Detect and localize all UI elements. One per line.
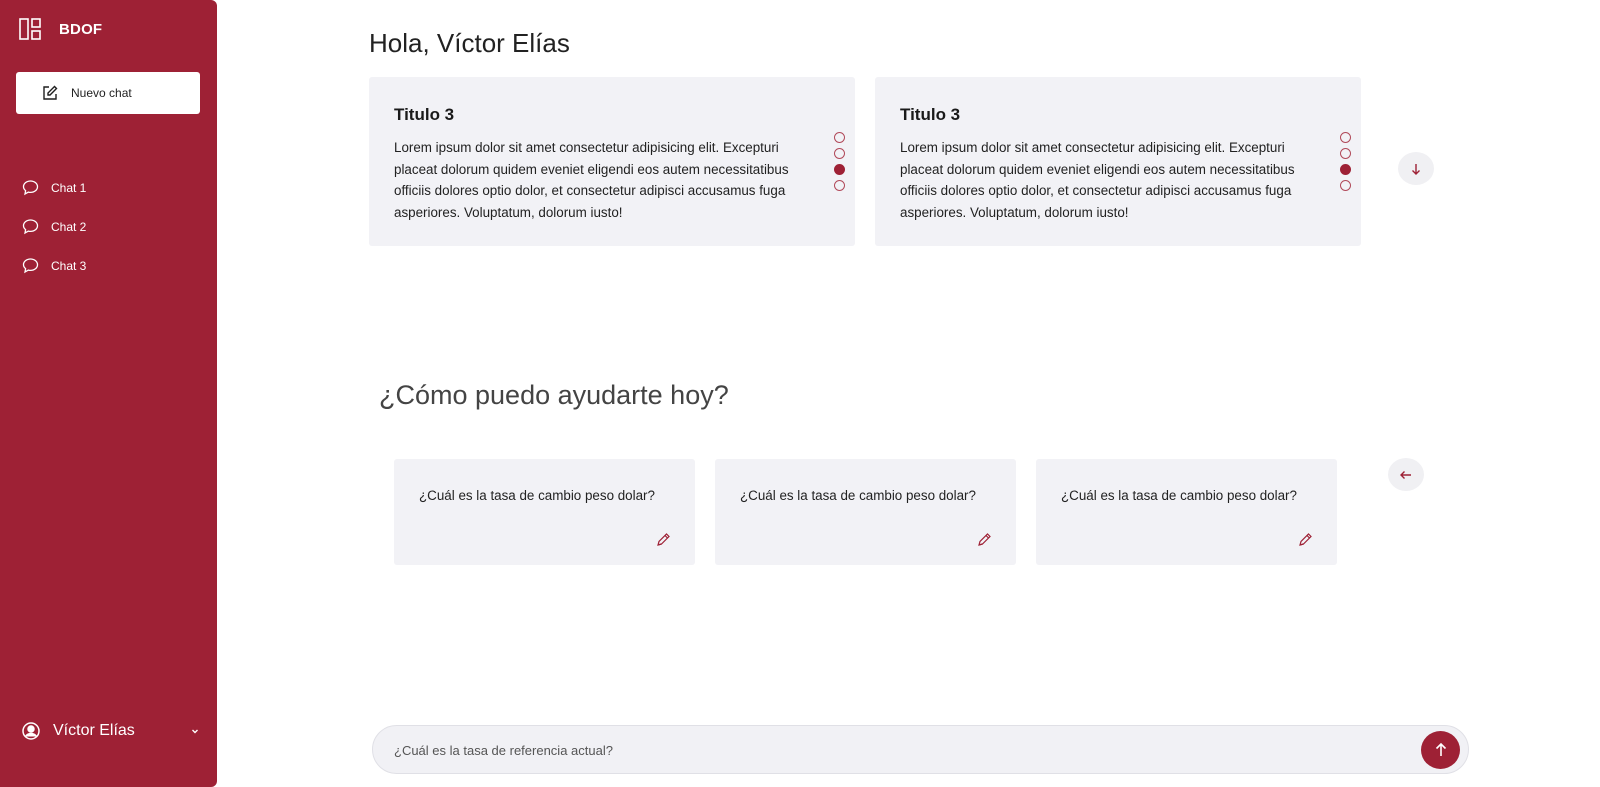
message-composer (372, 725, 1469, 774)
user-menu[interactable]: Víctor Elías (22, 719, 200, 743)
info-card-body: Lorem ipsum dolor sit amet consectetur a… (900, 140, 1295, 220)
pagination-dot[interactable] (834, 132, 845, 143)
dashboard-icon (19, 18, 41, 40)
scroll-down-button[interactable] (1398, 152, 1434, 185)
pagination-dots (1340, 132, 1351, 191)
chat-label: Chat 2 (51, 219, 87, 234)
greeting: Hola, Víctor Elías (369, 28, 570, 58)
sidebar-item-chat-3[interactable]: Chat 3 (22, 246, 86, 285)
arrow-up-icon (1435, 742, 1446, 756)
info-card-title: Titulo 3 (900, 105, 961, 124)
chat-label: Chat 3 (51, 258, 87, 273)
user-circle-icon (22, 722, 40, 740)
user-name: Víctor Elías (53, 722, 135, 739)
info-card-title: Titulo 3 (394, 105, 455, 124)
brand[interactable]: BDOF (19, 18, 102, 40)
chat-label: Chat 1 (51, 180, 87, 195)
chat-list: Chat 1 Chat 2 Chat 3 (22, 168, 86, 285)
sidebar-item-chat-1[interactable]: Chat 1 (22, 168, 86, 207)
info-card: Titulo 3 Lorem ipsum dolor sit amet cons… (875, 77, 1361, 246)
suggestion-card[interactable]: ¿Cuál es la tasa de cambio peso dolar? (715, 459, 1016, 565)
help-title: ¿Cómo puedo ayudarte hoy? (379, 380, 729, 410)
new-chat-label: Nuevo chat (71, 86, 132, 100)
pagination-dot[interactable] (1340, 148, 1351, 159)
send-button[interactable] (1421, 731, 1460, 769)
new-chat-button[interactable]: Nuevo chat (16, 72, 200, 114)
suggestion-text: ¿Cuál es la tasa de cambio peso dolar? (419, 488, 655, 503)
pencil-icon[interactable] (1298, 532, 1313, 547)
sidebar: BDOF Nuevo chat Chat 1 Chat 2 Chat 3 Víc… (0, 0, 217, 787)
suggestion-text: ¿Cuál es la tasa de cambio peso dolar? (1061, 488, 1297, 503)
arrow-down-icon (1412, 163, 1420, 175)
pagination-dot[interactable] (834, 148, 845, 159)
pagination-dot-active[interactable] (834, 164, 845, 175)
arrow-left-icon (1400, 470, 1411, 479)
brand-name: BDOF (59, 20, 103, 38)
pagination-dots (834, 132, 845, 191)
sidebar-item-chat-2[interactable]: Chat 2 (22, 207, 86, 246)
suggestion-text: ¿Cuál es la tasa de cambio peso dolar? (740, 488, 976, 503)
edit-icon (43, 85, 58, 100)
pagination-dot[interactable] (1340, 132, 1351, 143)
info-card: Titulo 3 Lorem ipsum dolor sit amet cons… (369, 77, 855, 246)
pencil-icon[interactable] (977, 532, 992, 547)
message-input[interactable] (394, 738, 1374, 762)
speech-bubble-icon (22, 180, 39, 196)
info-card-body: Lorem ipsum dolor sit amet consectetur a… (394, 140, 789, 220)
speech-bubble-icon (22, 258, 39, 274)
back-button[interactable] (1388, 458, 1424, 491)
suggestion-card[interactable]: ¿Cuál es la tasa de cambio peso dolar? (1036, 459, 1337, 565)
pagination-dot[interactable] (834, 180, 845, 191)
speech-bubble-icon (22, 219, 39, 235)
pagination-dot[interactable] (1340, 180, 1351, 191)
suggestion-card[interactable]: ¿Cuál es la tasa de cambio peso dolar? (394, 459, 695, 565)
chevron-down-icon (192, 729, 198, 734)
pagination-dot-active[interactable] (1340, 164, 1351, 175)
pencil-icon[interactable] (656, 532, 671, 547)
